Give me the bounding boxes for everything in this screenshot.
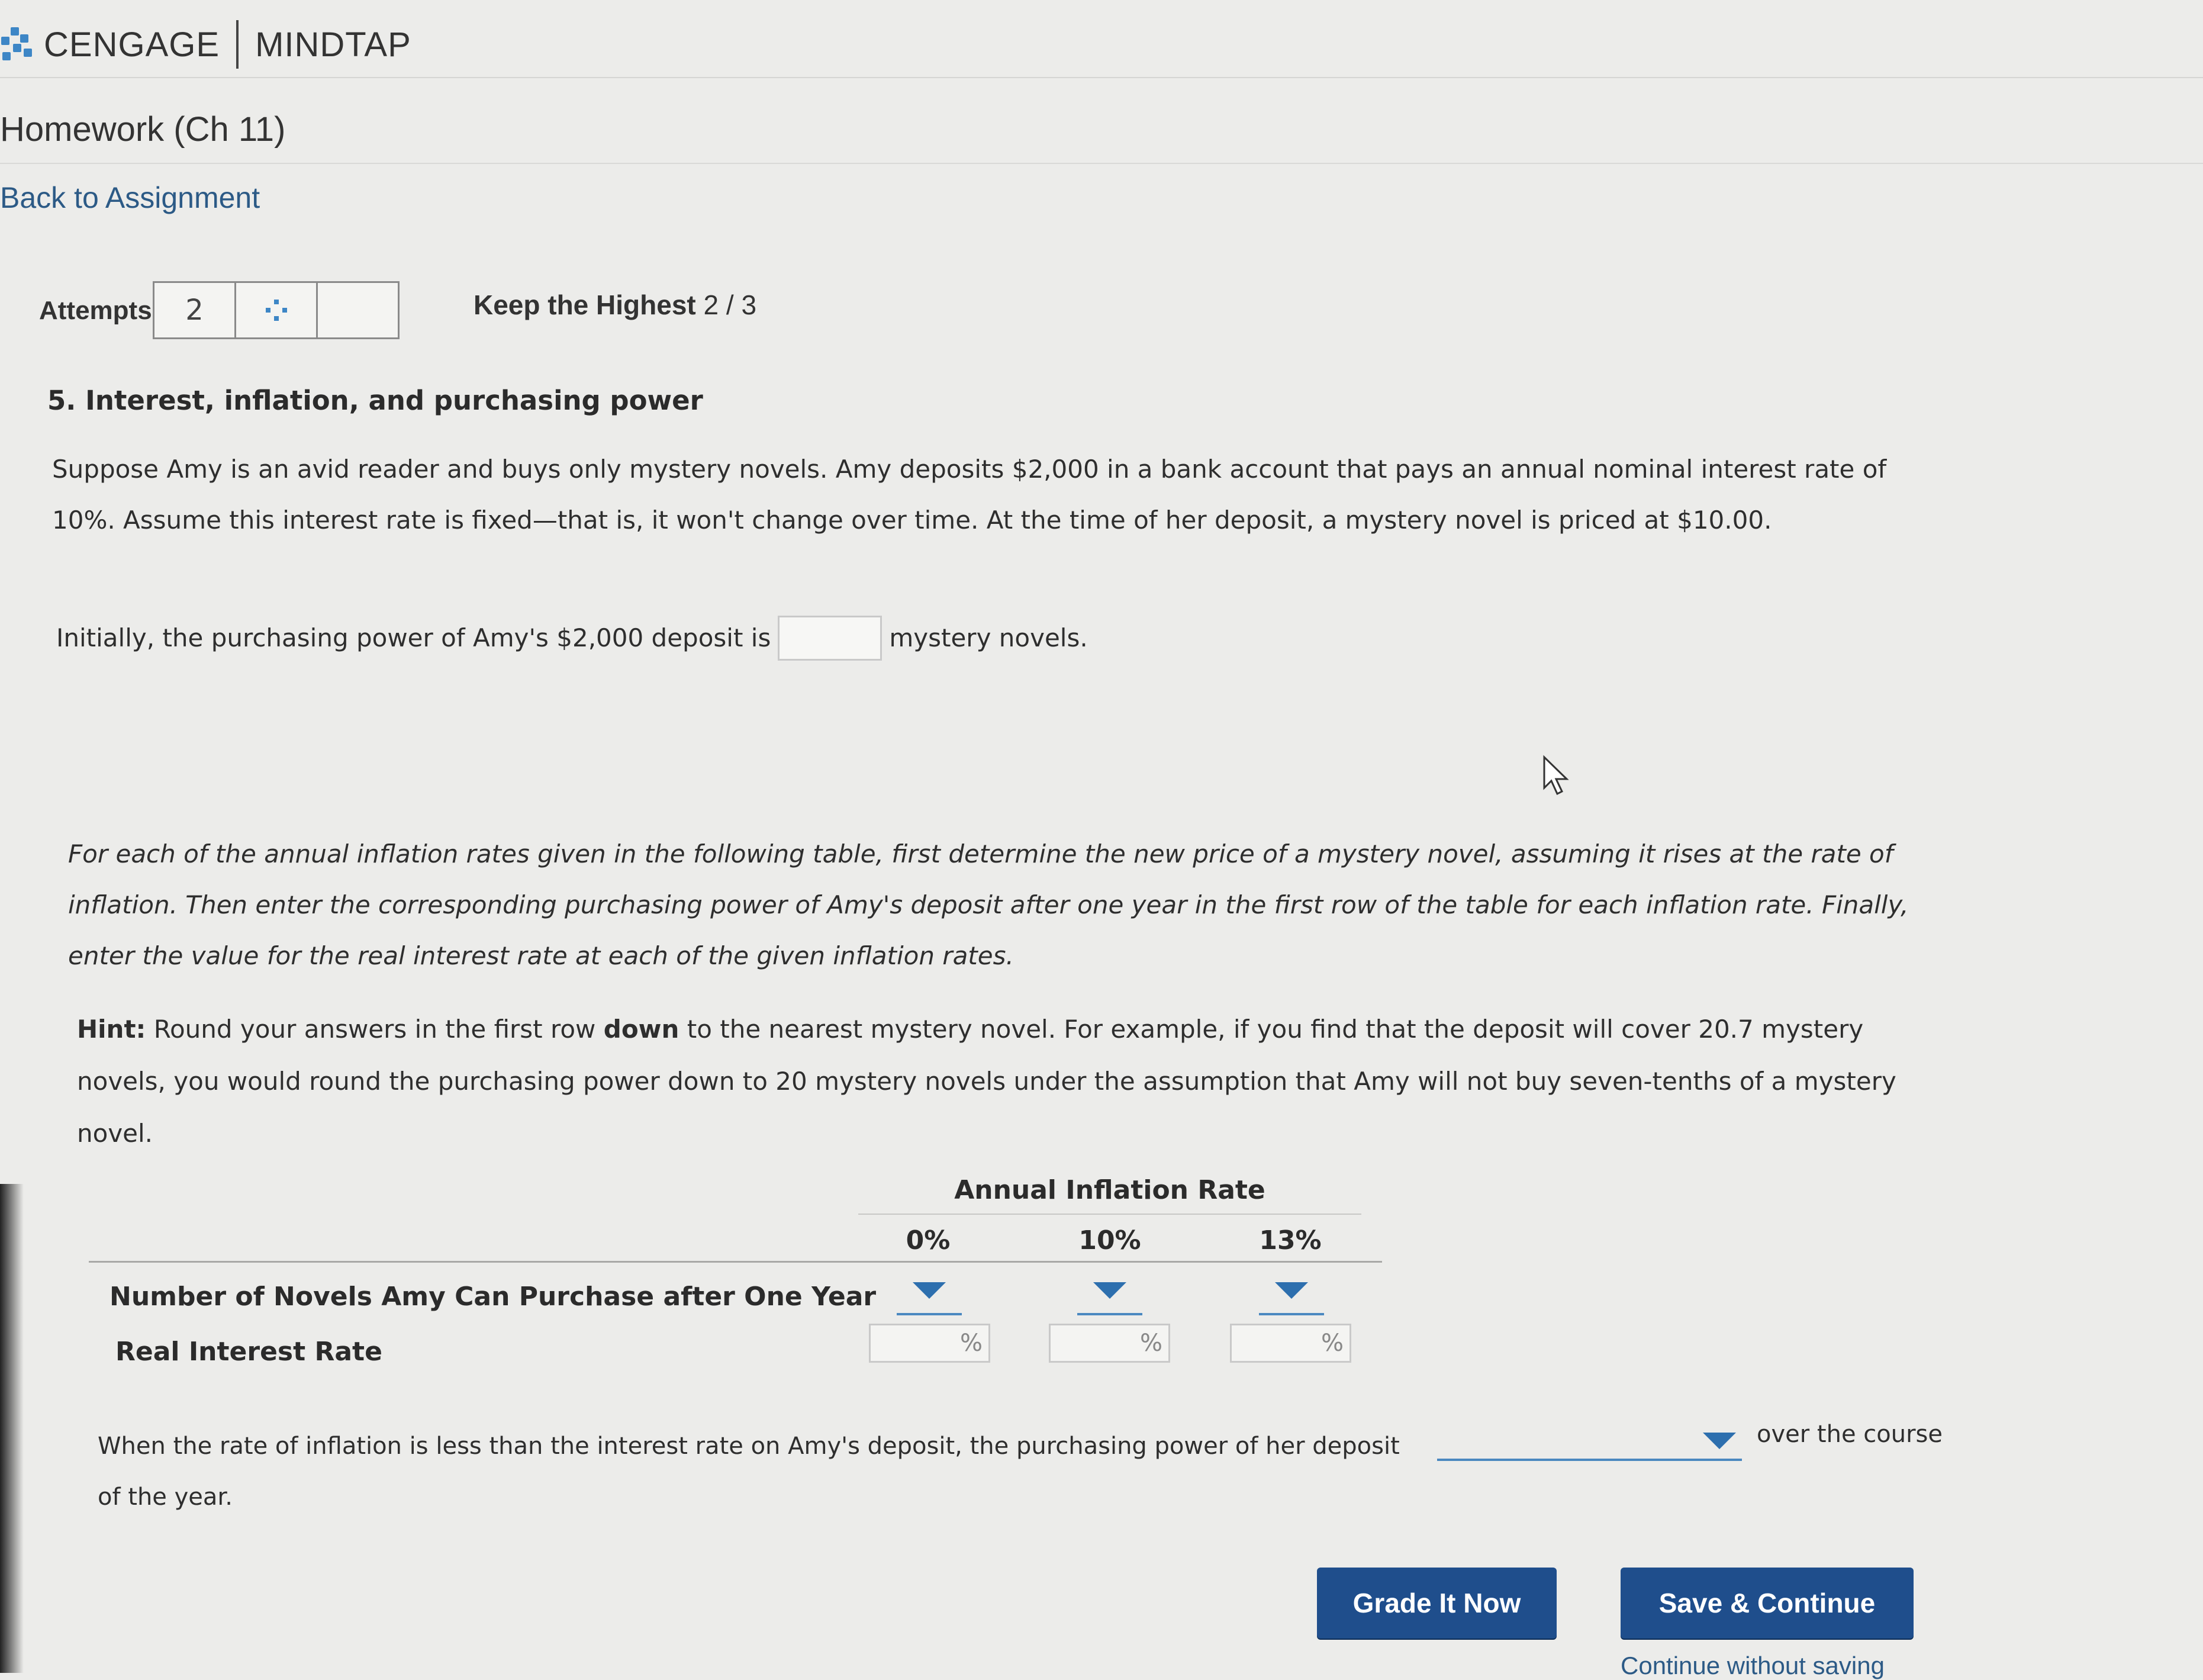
row-label-real-rate: Real Interest Rate <box>115 1337 382 1367</box>
brand-name: CENGAGE <box>44 25 220 64</box>
grade-it-now-button[interactable]: Grade It Now <box>1317 1568 1557 1639</box>
real-rate-input-0pct[interactable]: % <box>869 1324 990 1363</box>
title-divider <box>0 163 2203 164</box>
table-divider <box>89 1261 1382 1263</box>
chevron-down-icon <box>1703 1433 1736 1449</box>
table-header: Annual Inflation Rate <box>954 1175 1265 1205</box>
novels-dropdown-10pct[interactable] <box>1077 1277 1142 1315</box>
hint-text-2: to the nearest mystery novel. For exampl… <box>687 1015 1864 1044</box>
pp-text-after: mystery novels. <box>889 623 1088 652</box>
back-to-assignment-link[interactable]: Back to Assignment <box>0 181 260 215</box>
initial-purchasing-power-input[interactable] <box>778 616 883 661</box>
hint-label: Hint: <box>77 1015 146 1044</box>
page-title: Homework (Ch 11) <box>0 110 286 149</box>
attempts-spinner-icon <box>236 283 318 337</box>
table-header-divider <box>858 1214 1361 1215</box>
question-title: 5. Interest, inflation, and purchasing p… <box>47 385 703 416</box>
hint-line-2: novels, you would round the purchasing p… <box>77 1067 1896 1096</box>
chevron-down-icon <box>1093 1282 1126 1299</box>
chevron-down-icon <box>1275 1282 1308 1299</box>
hint-block: Hint: Round your answers in the first ro… <box>77 1003 1912 1160</box>
percent-suffix: % <box>1139 1330 1162 1357</box>
percent-suffix: % <box>959 1330 983 1357</box>
conclusion-text-after: over the course <box>1757 1421 1943 1448</box>
brand-divider <box>236 20 239 69</box>
screen-bezel-edge <box>0 1184 24 1673</box>
attempts-label: Attempts <box>39 296 152 325</box>
hint-bold-word: down <box>603 1015 679 1044</box>
cengage-logo-icon <box>0 24 37 65</box>
instructions-line-1: For each of the annual inflation rates g… <box>68 839 1893 868</box>
instructions-line-3: enter the value for the real interest ra… <box>68 941 1014 970</box>
hint-text-1: Round your answers in the first row <box>153 1015 596 1044</box>
percent-suffix: % <box>1320 1330 1344 1357</box>
mindtap-logo: CENGAGE MINDTAP <box>0 18 411 71</box>
attempts-empty-slot <box>318 283 398 337</box>
novels-dropdown-13pct[interactable] <box>1259 1277 1324 1315</box>
instructions-line-2: inflation. Then enter the corresponding … <box>68 890 1909 919</box>
real-rate-input-13pct[interactable]: % <box>1230 1324 1351 1363</box>
column-header-10pct: 10% <box>1078 1225 1141 1256</box>
continue-without-saving-link[interactable]: Continue without saving <box>1621 1652 1885 1680</box>
header-divider <box>0 77 2203 78</box>
attempts-value: 2 <box>154 283 236 337</box>
table-instructions: For each of the annual inflation rates g… <box>68 829 1938 981</box>
question-intro: Suppose Amy is an avid reader and buys o… <box>52 444 1946 546</box>
keep-highest-label: Keep the Highest <box>474 289 696 320</box>
mouse-pointer-icon <box>1543 755 1569 796</box>
row-label-novels: Number of Novels Amy Can Purchase after … <box>109 1282 877 1312</box>
hint-line-3: novel. <box>77 1119 153 1148</box>
product-name: MINDTAP <box>255 25 411 64</box>
attempts-counter: 2 <box>153 281 400 339</box>
conclusion-line-2: of the year. <box>98 1483 233 1511</box>
pp-text-before: Initially, the purchasing power of Amy's… <box>56 623 771 652</box>
novels-dropdown-0pct[interactable] <box>897 1277 962 1315</box>
keep-highest: Keep the Highest 2 / 3 <box>474 289 756 321</box>
intro-line-1: Suppose Amy is an avid reader and buys o… <box>52 455 1887 484</box>
purchasing-power-change-dropdown[interactable] <box>1437 1425 1742 1461</box>
column-header-13pct: 13% <box>1259 1225 1322 1256</box>
keep-highest-value: 2 / 3 <box>703 289 757 320</box>
save-and-continue-button[interactable]: Save & Continue <box>1621 1568 1914 1639</box>
column-header-0pct: 0% <box>906 1225 951 1256</box>
intro-line-2: 10%. Assume this interest rate is fixed—… <box>52 506 1772 535</box>
chevron-down-icon <box>913 1282 946 1299</box>
real-rate-input-10pct[interactable]: % <box>1049 1324 1170 1363</box>
purchasing-power-sentence: Initially, the purchasing power of Amy's… <box>56 613 1088 664</box>
